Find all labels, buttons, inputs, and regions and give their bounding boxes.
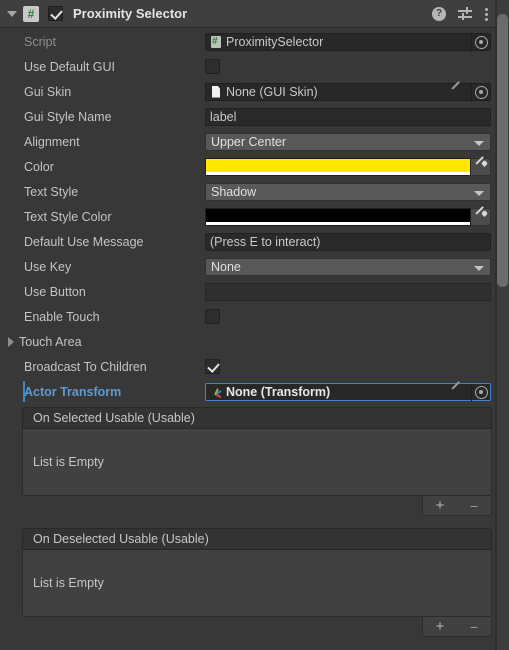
override-indicator-bar [23,381,25,402]
transform-gizmo-icon [209,385,223,399]
pencil-icon[interactable] [450,86,464,100]
component-header[interactable]: # Proximity Selector ? [0,0,496,28]
component-enabled-checkbox[interactable] [48,6,63,21]
property-row-use-button: Use Button [0,279,496,304]
dropdown-value: Upper Center [211,134,287,149]
property-label: Gui Skin [24,84,72,99]
event-list-body[interactable]: List is Empty [22,550,492,617]
property-row-broadcast-to-children: Broadcast To Children [0,354,496,379]
property-row-default-use-message: Default Use Message (Press E to interact… [0,229,496,254]
color-swatch[interactable] [205,157,471,176]
component-foldout-toggle[interactable] [4,0,20,28]
event-list-title: On Selected Usable (Usable) [22,407,492,429]
property-row-gui-skin: Gui Skin None (GUI Skin) [0,79,496,104]
alignment-dropdown[interactable]: Upper Center [205,132,491,151]
chevron-down-icon [474,140,484,146]
property-label: Touch Area [19,334,82,349]
chevron-right-icon [8,336,14,347]
component-title: Proximity Selector [73,6,188,21]
script-object-field[interactable]: ProximitySelector [205,32,491,52]
default-use-message-input[interactable]: (Press E to interact) [205,232,491,251]
use-default-gui-checkbox[interactable] [205,59,220,74]
property-label: Gui Style Name [24,109,112,124]
property-rows: Script ProximitySelector Use Default GUI… [0,29,496,404]
use-key-dropdown[interactable]: None [205,257,491,276]
chevron-down-icon [474,265,484,271]
property-label: Color [24,159,54,174]
dropdown-value: None [211,259,241,274]
property-label: Default Use Message [24,234,144,249]
event-list-body[interactable]: List is Empty [22,429,492,496]
property-row-actor-transform: Actor Transform None (Transform) [0,379,496,404]
remove-event-button[interactable]: − [461,620,487,634]
eyedropper-icon[interactable] [471,157,491,176]
script-component-icon: # [23,5,39,22]
color-field[interactable] [205,207,491,226]
scrollbar-thumb[interactable] [497,14,508,287]
property-label: Text Style Color [24,209,112,224]
property-row-text-style: Text Style Shadow [0,179,496,204]
object-field-value: None (Transform) [226,384,331,399]
color-alpha-bar [206,221,470,225]
property-row-use-default-gui: Use Default GUI [0,54,496,79]
property-row-text-style-color: Text Style Color [0,204,496,229]
enable-touch-checkbox[interactable] [205,309,220,324]
chevron-down-icon [7,10,17,17]
vertical-scrollbar[interactable] [496,0,509,650]
header-icon-group: ? [432,0,488,28]
preset-icon[interactable] [458,7,472,21]
event-list-buttons: + − [422,496,492,516]
gui-skin-object-field[interactable]: None (GUI Skin) [205,82,491,102]
gui-style-name-input[interactable]: label [205,107,491,126]
document-icon [209,85,223,99]
property-label: Use Key [24,259,72,274]
property-row-enable-touch: Enable Touch [0,304,496,329]
object-picker-icon[interactable] [475,85,488,99]
pencil-icon[interactable] [450,386,464,400]
inspector-panel: # Proximity Selector ? Script ProximityS… [0,0,509,650]
broadcast-to-children-checkbox[interactable] [205,359,220,374]
property-row-color: Color [0,154,496,179]
color-alpha-bar [206,171,470,175]
object-field-value: None (GUI Skin) [226,84,318,99]
property-row-gui-style-name: Gui Style Name label [0,104,496,129]
property-label: Text Style [24,184,79,199]
property-label: Enable Touch [24,309,100,324]
event-list-on-deselected-usable: On Deselected Usable (Usable) List is Em… [22,528,492,637]
event-list-on-selected-usable: On Selected Usable (Usable) List is Empt… [22,407,492,516]
color-field[interactable] [205,157,491,176]
property-label: Script [24,34,56,49]
more-menu-icon[interactable] [484,7,488,21]
add-event-button[interactable]: + [427,498,453,513]
event-list-title: On Deselected Usable (Usable) [22,528,492,550]
property-label: Use Button [24,284,86,299]
actor-transform-object-field[interactable]: None (Transform) [205,382,491,402]
chevron-down-icon [474,190,484,196]
script-icon [209,35,223,49]
object-picker-icon[interactable] [475,35,488,49]
event-list-buttons: + − [422,617,492,637]
color-swatch[interactable] [205,207,471,226]
eyedropper-icon[interactable] [471,207,491,226]
property-row-touch-area[interactable]: Touch Area [0,329,496,354]
use-button-input[interactable] [205,282,491,301]
object-picker-icon[interactable] [475,385,488,399]
help-icon[interactable]: ? [432,7,446,21]
text-style-dropdown[interactable]: Shadow [205,182,491,201]
property-row-script: Script ProximitySelector [0,29,496,54]
property-label: Broadcast To Children [24,359,147,374]
property-label: Use Default GUI [24,59,116,74]
dropdown-value: Shadow [211,184,257,199]
property-row-alignment: Alignment Upper Center [0,129,496,154]
property-label: Alignment [24,134,80,149]
remove-event-button[interactable]: − [461,499,487,513]
add-event-button[interactable]: + [427,619,453,634]
property-label: Actor Transform [24,384,122,399]
touch-area-foldout[interactable]: Touch Area [0,335,205,349]
object-field-value: ProximitySelector [226,34,324,49]
property-row-use-key: Use Key None [0,254,496,279]
